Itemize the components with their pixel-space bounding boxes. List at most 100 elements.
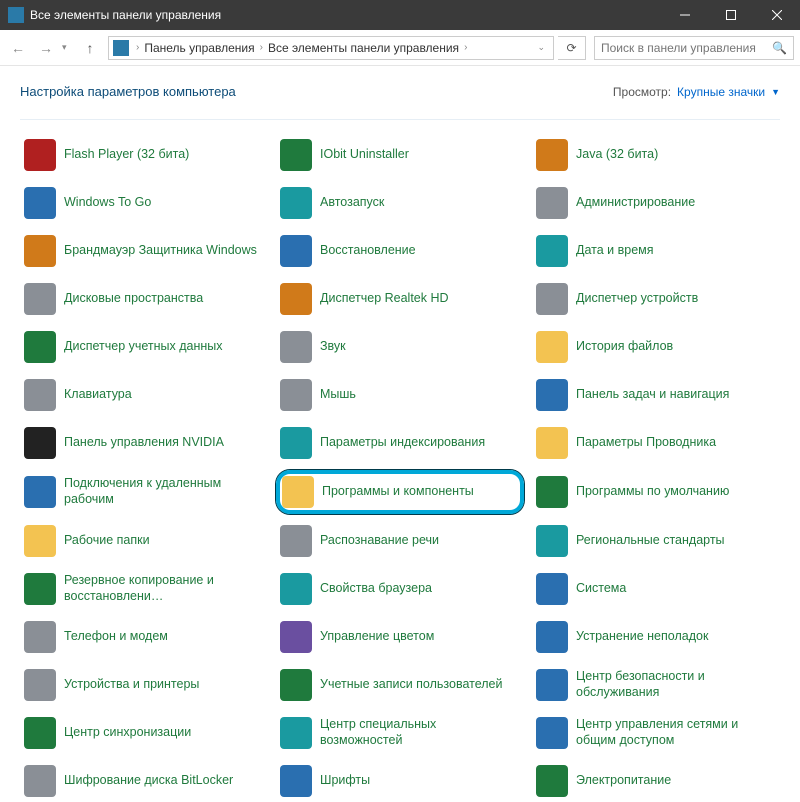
item-label: Flash Player (32 бита) [64,147,189,163]
item-icon [280,525,312,557]
window-controls [662,0,800,30]
search-box[interactable]: 🔍 [594,36,794,60]
crumb-sep-icon: › [461,42,470,53]
item-label: Свойства браузера [320,581,432,597]
control-panel-item[interactable]: Региональные стандарты [532,520,780,562]
control-panel-item[interactable]: Центр синхронизации [20,712,268,754]
control-panel-item[interactable]: Восстановление [276,230,524,272]
control-panel-item[interactable]: Панель задач и навигация [532,374,780,416]
control-panel-item[interactable]: Автозапуск [276,182,524,224]
minimize-button[interactable] [662,0,708,30]
control-panel-item[interactable]: Брандмауэр Защитника Windows [20,230,268,272]
control-panel-item[interactable]: Windows To Go [20,182,268,224]
item-icon [24,331,56,363]
control-panel-item[interactable]: Устранение неполадок [532,616,780,658]
chevron-down-icon: ▼ [771,87,780,97]
item-icon [24,187,56,219]
control-panel-item[interactable]: Диспетчер устройств [532,278,780,320]
control-panel-item[interactable]: Центр специальных возможностей [276,712,524,754]
item-icon [24,427,56,459]
control-panel-item[interactable]: Система [532,568,780,610]
item-icon [24,525,56,557]
item-icon [280,139,312,171]
control-panel-item[interactable]: Клавиатура [20,374,268,416]
item-label: Программы по умолчанию [576,484,729,500]
item-icon [536,283,568,315]
control-panel-item[interactable]: Дисковые пространства [20,278,268,320]
item-label: Электропитание [576,773,671,789]
item-icon [536,235,568,267]
history-dropdown[interactable]: ▾ [62,42,74,53]
item-label: Центр управления сетями и общим доступом [576,717,776,748]
item-icon [536,573,568,605]
control-panel-item[interactable]: Java (32 бита) [532,134,780,176]
item-label: Центр безопасности и обслуживания [576,669,776,700]
item-label: Дисковые пространства [64,291,203,307]
control-panel-item[interactable]: Электропитание [532,760,780,802]
control-panel-item[interactable]: Шрифты [276,760,524,802]
control-panel-item[interactable]: Устройства и принтеры [20,664,268,706]
item-label: Резервное копирование и восстановлени… [64,573,264,604]
control-panel-item[interactable]: Рабочие папки [20,520,268,562]
item-icon [24,669,56,701]
close-button[interactable] [754,0,800,30]
item-label: Автозапуск [320,195,384,211]
item-icon [536,525,568,557]
crumb-sep-icon: › [257,42,266,53]
control-panel-item[interactable]: Администрирование [532,182,780,224]
title-bar: Все элементы панели управления [0,0,800,30]
item-icon [24,379,56,411]
control-panel-item[interactable]: Диспетчер учетных данных [20,326,268,368]
control-panel-item[interactable]: Распознавание речи [276,520,524,562]
item-icon [280,235,312,267]
address-dropdown-icon[interactable]: ⌄ [533,42,549,53]
control-panel-item[interactable]: Центр управления сетями и общим доступом [532,712,780,754]
control-panel-item[interactable]: Шифрование диска BitLocker [20,760,268,802]
address-bar[interactable]: › Панель управления › Все элементы панел… [108,36,554,60]
control-panel-grid: Flash Player (32 бита) IObit UninstallerJ… [20,134,780,802]
control-panel-item[interactable]: Дата и время [532,230,780,272]
control-panel-item[interactable]: Программы и компоненты [276,470,524,514]
search-input[interactable] [601,41,768,55]
item-icon [280,331,312,363]
control-panel-item[interactable]: История файлов [532,326,780,368]
control-panel-item[interactable]: Управление цветом [276,616,524,658]
control-panel-item[interactable]: Панель управления NVIDIA [20,422,268,464]
refresh-button[interactable]: ⟳ [558,36,586,60]
window-title: Все элементы панели управления [30,8,662,22]
control-panel-item[interactable]: IObit Uninstaller [276,134,524,176]
item-label: Диспетчер устройств [576,291,698,307]
item-icon [536,331,568,363]
control-panel-item[interactable]: Flash Player (32 бита) [20,134,268,176]
control-panel-item[interactable]: Звук [276,326,524,368]
control-panel-item[interactable]: Мышь [276,374,524,416]
item-icon [280,283,312,315]
item-label: Устройства и принтеры [64,677,199,693]
item-label: Распознавание речи [320,533,439,549]
control-panel-item[interactable]: Учетные записи пользователей [276,664,524,706]
control-panel-item[interactable]: Подключения к удаленным рабочим [20,470,268,514]
view-control[interactable]: Просмотр: Крупные значки ▼ [613,85,780,99]
breadcrumb-part[interactable]: Панель управления [142,41,256,55]
control-panel-item[interactable]: Параметры индексирования [276,422,524,464]
control-panel-item[interactable]: Параметры Проводника [532,422,780,464]
view-value[interactable]: Крупные значки [677,85,765,99]
item-label: Звук [320,339,346,355]
control-panel-item[interactable]: Резервное копирование и восстановлени… [20,568,268,610]
control-panel-item[interactable]: Телефон и модем [20,616,268,658]
back-button[interactable]: ← [6,36,30,60]
breadcrumb-part[interactable]: Все элементы панели управления [266,41,461,55]
control-panel-item[interactable]: Центр безопасности и обслуживания [532,664,780,706]
up-button[interactable]: ↑ [78,36,102,60]
item-icon [536,139,568,171]
maximize-button[interactable] [708,0,754,30]
item-label: Управление цветом [320,629,434,645]
item-label: Панель управления NVIDIA [64,435,224,451]
control-panel-item[interactable]: Программы по умолчанию [532,470,780,514]
item-icon [536,765,568,797]
control-panel-item[interactable]: Свойства браузера [276,568,524,610]
item-icon [24,476,56,508]
control-panel-item[interactable]: Диспетчер Realtek HD [276,278,524,320]
page-title: Настройка параметров компьютера [20,84,236,99]
forward-button[interactable]: → [34,36,58,60]
